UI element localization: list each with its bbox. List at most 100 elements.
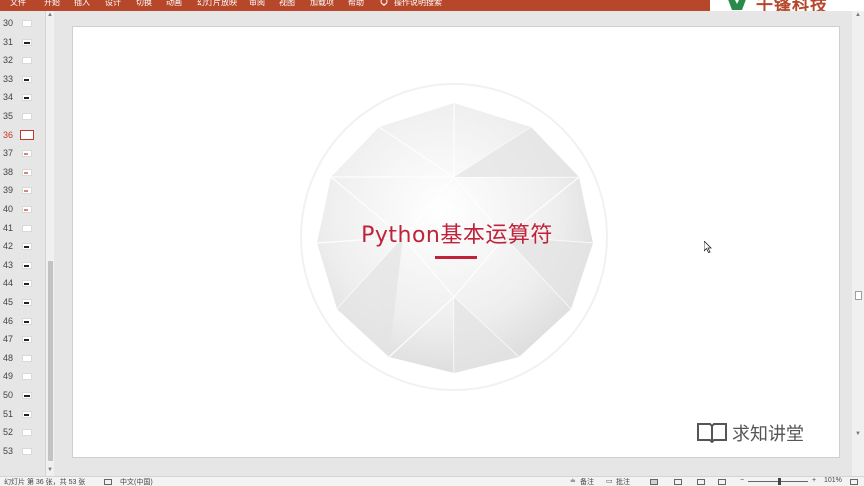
thumbnail-content-mark bbox=[24, 339, 29, 342]
thumbnail-content-mark bbox=[24, 320, 29, 323]
thumbnail-number: 44 bbox=[3, 278, 14, 289]
slide-count-text: 幻灯片 第 36 张，共 53 张 bbox=[4, 479, 86, 486]
thumbnail-content-mark bbox=[24, 264, 29, 267]
tab-help[interactable]: 帮助 bbox=[348, 0, 364, 8]
tell-me-search[interactable]: 操作说明搜索 bbox=[394, 0, 442, 8]
thumbnail-content-mark bbox=[24, 190, 28, 193]
thumbnail-number: 53 bbox=[3, 445, 14, 456]
slide-thumbnail-51[interactable]: 51 bbox=[0, 406, 45, 424]
slide-thumbnail-50[interactable]: 50 bbox=[0, 387, 45, 405]
scroll-down-arrow-icon[interactable]: ▼ bbox=[855, 431, 861, 437]
zoom-level[interactable]: 101% bbox=[824, 477, 842, 484]
notes-button[interactable]: 备注 bbox=[580, 477, 594, 486]
fit-to-window-icon[interactable] bbox=[850, 479, 858, 485]
thumbnail-number: 37 bbox=[3, 148, 14, 159]
thumbnail-number: 47 bbox=[3, 334, 14, 345]
thumbnail-content-mark bbox=[24, 209, 28, 211]
tab-slideshow[interactable]: 幻灯片放映 bbox=[197, 0, 237, 8]
thumbnail-preview[interactable] bbox=[22, 57, 32, 65]
slide-sorter-icon[interactable] bbox=[674, 479, 682, 485]
slide-thumbnail-48[interactable]: 48 bbox=[0, 350, 45, 368]
slide-thumbnail-44[interactable]: 44 bbox=[0, 275, 45, 293]
slide-thumbnail-42[interactable]: 42 bbox=[0, 238, 45, 256]
slide-thumbnail-30[interactable]: 30 bbox=[0, 15, 45, 33]
slide-thumbnail-52[interactable]: 52 bbox=[0, 424, 45, 442]
slide-thumbnail-40[interactable]: 40 bbox=[0, 201, 45, 219]
scroll-up-arrow-icon[interactable]: ▲ bbox=[855, 12, 861, 18]
slide-thumbnail-38[interactable]: 38 bbox=[0, 164, 45, 182]
slide-thumbnail-53[interactable]: 53 bbox=[0, 443, 45, 461]
thumbnail-number: 36 bbox=[3, 129, 14, 140]
notes-icon[interactable]: ≐ bbox=[570, 477, 576, 485]
slide-thumbnail-31[interactable]: 31 bbox=[0, 34, 45, 52]
thumbnail-preview[interactable] bbox=[22, 354, 32, 362]
slide-scrollbar[interactable]: ▲ ▼ bbox=[852, 11, 864, 476]
zoom-slider-knob[interactable] bbox=[778, 478, 781, 485]
slide-thumbnail-47[interactable]: 47 bbox=[0, 331, 45, 349]
zoom-in-icon[interactable]: + bbox=[812, 477, 816, 484]
slide-canvas[interactable]: Python基本运算符 求知讲堂 bbox=[72, 26, 840, 458]
thumbnail-number: 41 bbox=[3, 222, 14, 233]
thumbnail-preview[interactable] bbox=[20, 129, 34, 140]
tab-review[interactable]: 审阅 bbox=[249, 0, 265, 8]
thumbnail-number: 51 bbox=[3, 408, 14, 419]
thumbnail-number: 45 bbox=[3, 297, 14, 307]
thumbnail-number: 46 bbox=[3, 315, 14, 326]
thumbnail-preview[interactable] bbox=[22, 113, 32, 120]
slide-thumbnail-37[interactable]: 37 bbox=[0, 145, 45, 163]
slide-thumbnail-46[interactable]: 46 bbox=[0, 313, 45, 331]
status-bar: 幻灯片 第 36 张，共 53 张 中文(中国) ≐ 备注 ▭ 批注 − + 1… bbox=[0, 476, 864, 486]
thumbnail-content-mark bbox=[24, 302, 29, 304]
thumbnail-number: 39 bbox=[3, 185, 14, 196]
slide-thumbnail-45[interactable]: 45 bbox=[0, 294, 45, 312]
thumbnail-preview[interactable] bbox=[22, 20, 32, 27]
slide-scroll-thumb[interactable] bbox=[855, 291, 862, 300]
tab-insert[interactable]: 插入 bbox=[74, 0, 90, 8]
thumbnail-preview[interactable] bbox=[22, 373, 32, 381]
slide-thumbnail-32[interactable]: 32 bbox=[0, 52, 45, 70]
thumbnail-preview[interactable] bbox=[22, 447, 32, 455]
slideshow-view-icon[interactable] bbox=[718, 479, 726, 485]
thumbnail-number: 49 bbox=[3, 371, 14, 382]
scroll-down-arrow-icon[interactable]: ▼ bbox=[47, 467, 53, 473]
slide-thumbnail-41[interactable]: 41 bbox=[0, 220, 45, 238]
tab-home[interactable]: 开始 bbox=[44, 0, 60, 8]
slide-thumbnail-49[interactable]: 49 bbox=[0, 368, 45, 386]
language-text[interactable]: 中文(中国) bbox=[120, 477, 153, 486]
slide-thumbnail-35[interactable]: 35 bbox=[0, 108, 45, 126]
slide-thumbnail-36[interactable]: 36 bbox=[0, 127, 45, 145]
reading-view-icon[interactable] bbox=[697, 479, 705, 485]
tab-transitions[interactable]: 切换 bbox=[136, 0, 152, 8]
spellcheck-icon[interactable] bbox=[104, 479, 112, 485]
thumbnail-number: 38 bbox=[3, 166, 14, 177]
thumbnail-scroll-thumb[interactable] bbox=[48, 261, 53, 461]
lightbulb-icon bbox=[380, 0, 388, 6]
thumbnail-preview[interactable] bbox=[22, 224, 32, 232]
tab-design[interactable]: 设计 bbox=[105, 0, 121, 8]
scroll-up-arrow-icon[interactable]: ▲ bbox=[47, 12, 53, 18]
slide-title[interactable]: Python基本运算符 bbox=[73, 217, 841, 249]
normal-view-icon[interactable] bbox=[650, 479, 658, 485]
slide-thumbnail-39[interactable]: 39 bbox=[0, 182, 45, 200]
zoom-out-icon[interactable]: − bbox=[740, 477, 744, 484]
thumbnail-number: 40 bbox=[3, 204, 14, 214]
tab-view[interactable]: 视图 bbox=[279, 0, 295, 8]
thumbnail-preview[interactable] bbox=[22, 429, 32, 437]
thumbnail-number: 35 bbox=[3, 111, 14, 121]
comments-icon[interactable]: ▭ bbox=[606, 477, 613, 485]
thumbnail-number: 42 bbox=[3, 241, 14, 252]
tab-animations[interactable]: 动画 bbox=[166, 0, 182, 8]
slide-thumbnail-34[interactable]: 34 bbox=[0, 89, 45, 107]
thumbnail-number: 52 bbox=[3, 427, 14, 438]
slide-thumbnail-43[interactable]: 43 bbox=[0, 257, 45, 275]
tab-addins[interactable]: 加载项 bbox=[310, 0, 334, 8]
thumbnail-number: 43 bbox=[3, 259, 14, 270]
brand-text: 千锋科技 bbox=[756, 0, 828, 11]
slide-thumbnail-33[interactable]: 33 bbox=[0, 71, 45, 89]
open-book-icon bbox=[697, 423, 727, 443]
thumbnail-content-mark bbox=[24, 153, 28, 156]
thumbnail-scrollbar[interactable]: ▲ ▼ bbox=[45, 11, 54, 476]
comments-button[interactable]: 批注 bbox=[616, 477, 630, 486]
thumbnail-content-mark bbox=[24, 283, 29, 286]
tab-file[interactable]: 文件 bbox=[10, 0, 26, 8]
